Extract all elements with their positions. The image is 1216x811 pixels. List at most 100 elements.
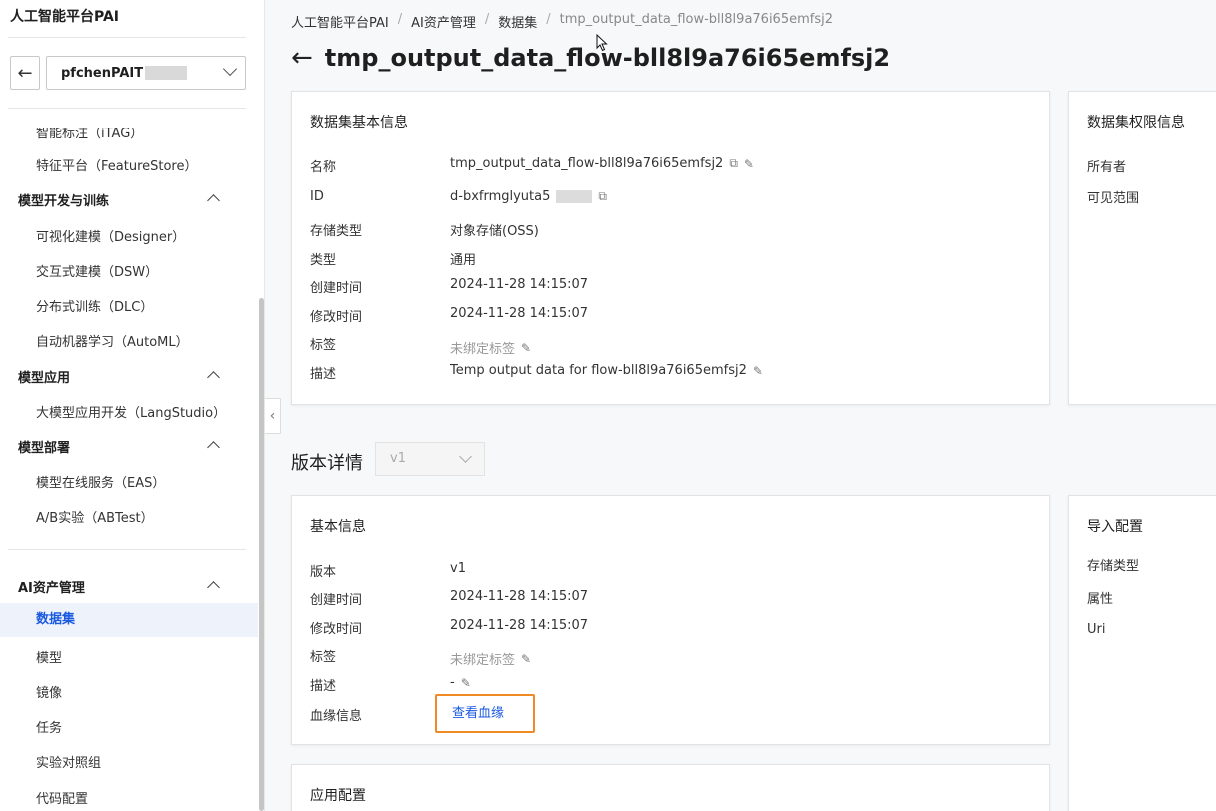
tags-value: 未绑定标签 <box>450 653 516 668</box>
chevron-up-icon[interactable] <box>207 194 220 207</box>
field-value-created: 2024-11-28 14:15:07 <box>450 589 589 604</box>
breadcrumb-item-pai[interactable]: 人工智能平台PAI <box>291 12 389 31</box>
id-value: d-bxfrmglyuta5 <box>450 189 551 204</box>
chevron-up-icon[interactable] <box>207 581 220 594</box>
redacted-mask <box>556 190 593 203</box>
sidebar-title[interactable]: 人工智能平台PAI <box>10 6 119 26</box>
app-config-card: 应用配置 <box>291 764 1050 811</box>
sidebar-item-featurestore[interactable]: 特征平台（FeatureStore） <box>36 155 198 174</box>
back-button[interactable]: ← <box>10 56 40 90</box>
sidebar-item-itag[interactable]: 智能标注（iTAG） <box>36 128 143 141</box>
field-label: 修改时间 <box>310 310 363 325</box>
field-label: 血缘信息 <box>310 709 363 724</box>
copy-icon[interactable]: ⧉ <box>729 156 738 171</box>
edit-icon[interactable]: ✎ <box>744 157 754 171</box>
field-label: 修改时间 <box>310 622 363 637</box>
field-label: 描述 <box>310 679 337 694</box>
field-label: 创建时间 <box>310 593 363 608</box>
breadcrumb-separator: / <box>484 12 490 27</box>
sidebar-group-dev[interactable]: 模型开发与训练 <box>18 190 109 209</box>
version-select-value: v1 <box>390 451 406 466</box>
back-arrow-icon[interactable]: ← <box>291 45 313 71</box>
edit-icon[interactable]: ✎ <box>521 652 531 666</box>
sidebar: 人工智能平台PAI ← pfchenPAIT 智能标注（iTAG） 特征平台（F… <box>0 0 265 811</box>
field-value-version: v1 <box>450 561 466 576</box>
field-value-type: 通用 <box>450 253 477 268</box>
field-value-modified: 2024-11-28 14:15:07 <box>450 306 589 321</box>
field-label: ID <box>310 189 324 204</box>
field-label: 标签 <box>310 338 337 353</box>
dataset-basic-info-card: 数据集基本信息 名称 tmp_output_data_flow-bll8l9a7… <box>291 91 1050 405</box>
field-value-created: 2024-11-28 14:15:07 <box>450 277 589 292</box>
sidebar-item-experiments[interactable]: 实验对照组 <box>36 752 101 771</box>
breadcrumb: 人工智能平台PAI / AI资产管理 / 数据集 / tmp_output_da… <box>291 12 833 31</box>
sidebar-item-code[interactable]: 代码配置 <box>36 788 88 807</box>
breadcrumb-separator: / <box>546 12 551 27</box>
sidebar-item-dlc[interactable]: 分布式训练（DLC） <box>36 296 153 315</box>
name-value: tmp_output_data_flow-bll8l9a76i65emfsj2 <box>450 156 724 171</box>
version-select[interactable]: v1 <box>375 442 485 476</box>
import-config-card: 导入配置 存储类型 属性 Uri <box>1068 495 1216 811</box>
card-title: 导入配置 <box>1087 519 1143 535</box>
sidebar-item-designer[interactable]: 可视化建模（Designer） <box>36 226 185 245</box>
sidebar-group-app[interactable]: 模型应用 <box>18 367 70 386</box>
breadcrumb-item-datasets[interactable]: 数据集 <box>498 12 537 31</box>
sidebar-item-models[interactable]: 模型 <box>36 647 62 666</box>
breadcrumb-item-assets[interactable]: AI资产管理 <box>411 12 476 31</box>
divider <box>8 549 246 550</box>
field-value-tags: 未绑定标签 ✎ <box>450 649 531 669</box>
chevron-up-icon[interactable] <box>207 371 220 384</box>
field-label: 创建时间 <box>310 281 363 296</box>
divider <box>8 37 246 38</box>
sidebar-item-langstudio[interactable]: 大模型应用开发（LangStudio） <box>36 402 226 421</box>
page-title: tmp_output_data_flow-bll8l9a76i65emfsj2 <box>324 44 891 72</box>
copy-icon[interactable]: ⧉ <box>598 189 607 204</box>
sidebar-item-abtest[interactable]: A/B实验（ABTest） <box>36 507 154 526</box>
edit-icon[interactable]: ✎ <box>753 364 763 378</box>
field-label: 属性 <box>1087 592 1114 607</box>
chevron-down-icon <box>222 61 238 77</box>
edit-icon[interactable]: ✎ <box>461 676 471 690</box>
card-title: 数据集基本信息 <box>310 115 408 131</box>
description-value: Temp output data for flow-bll8l9a76i65em… <box>450 363 747 378</box>
card-title: 应用配置 <box>310 788 366 804</box>
version-basic-info-card: 基本信息 版本 v1 创建时间 2024-11-28 14:15:07 修改时间… <box>291 495 1050 745</box>
sidebar-item-eas[interactable]: 模型在线服务（EAS） <box>36 472 165 491</box>
field-label: 可见范围 <box>1087 191 1140 206</box>
field-value-modified: 2024-11-28 14:15:07 <box>450 618 589 633</box>
description-value: - <box>450 675 455 690</box>
arrow-left-icon: ← <box>17 62 33 84</box>
sidebar-group-assets[interactable]: AI资产管理 <box>18 577 85 596</box>
field-label: 描述 <box>310 367 337 382</box>
workspace-name: pfchenPAIT <box>61 65 144 81</box>
field-label: 存储类型 <box>1087 559 1140 574</box>
chevron-down-icon <box>459 450 472 463</box>
field-label: 类型 <box>310 253 337 268</box>
field-value-id: d-bxfrmglyuta5 ⧉ <box>450 189 607 204</box>
sidebar-item-images[interactable]: 镜像 <box>36 682 62 701</box>
view-lineage-link[interactable]: 查看血缘 <box>435 694 535 733</box>
breadcrumb-item-current: tmp_output_data_flow-bll8l9a76i65emfsj2 <box>559 12 833 27</box>
field-label: 标签 <box>310 650 337 665</box>
dataset-permission-card: 数据集权限信息 所有者 可见范围 <box>1068 91 1216 405</box>
field-label: Uri <box>1087 622 1106 637</box>
sidebar-scrollbar[interactable] <box>259 298 264 811</box>
field-label: 所有者 <box>1087 160 1127 175</box>
sidebar-collapse-button[interactable]: ‹ <box>265 398 281 434</box>
sidebar-item-jobs[interactable]: 任务 <box>36 717 62 736</box>
sidebar-group-deploy[interactable]: 模型部署 <box>18 437 70 456</box>
field-value-description: Temp output data for flow-bll8l9a76i65em… <box>450 363 763 378</box>
field-value-tags: 未绑定标签 ✎ <box>450 338 531 358</box>
card-title: 基本信息 <box>310 519 366 535</box>
field-label: 版本 <box>310 565 337 580</box>
sidebar-item-automl[interactable]: 自动机器学习（AutoML） <box>36 331 189 350</box>
chevron-up-icon[interactable] <box>207 441 220 454</box>
tags-value: 未绑定标签 <box>450 342 516 357</box>
chevron-left-icon: ‹ <box>269 408 276 424</box>
field-label: 名称 <box>310 160 337 175</box>
edit-icon[interactable]: ✎ <box>521 341 531 355</box>
sidebar-item-dsw[interactable]: 交互式建模（DSW） <box>36 261 158 280</box>
workspace-selector[interactable]: pfchenPAIT <box>46 56 246 90</box>
sidebar-item-datasets[interactable]: 数据集 <box>0 603 258 637</box>
redacted-mask <box>145 66 188 80</box>
